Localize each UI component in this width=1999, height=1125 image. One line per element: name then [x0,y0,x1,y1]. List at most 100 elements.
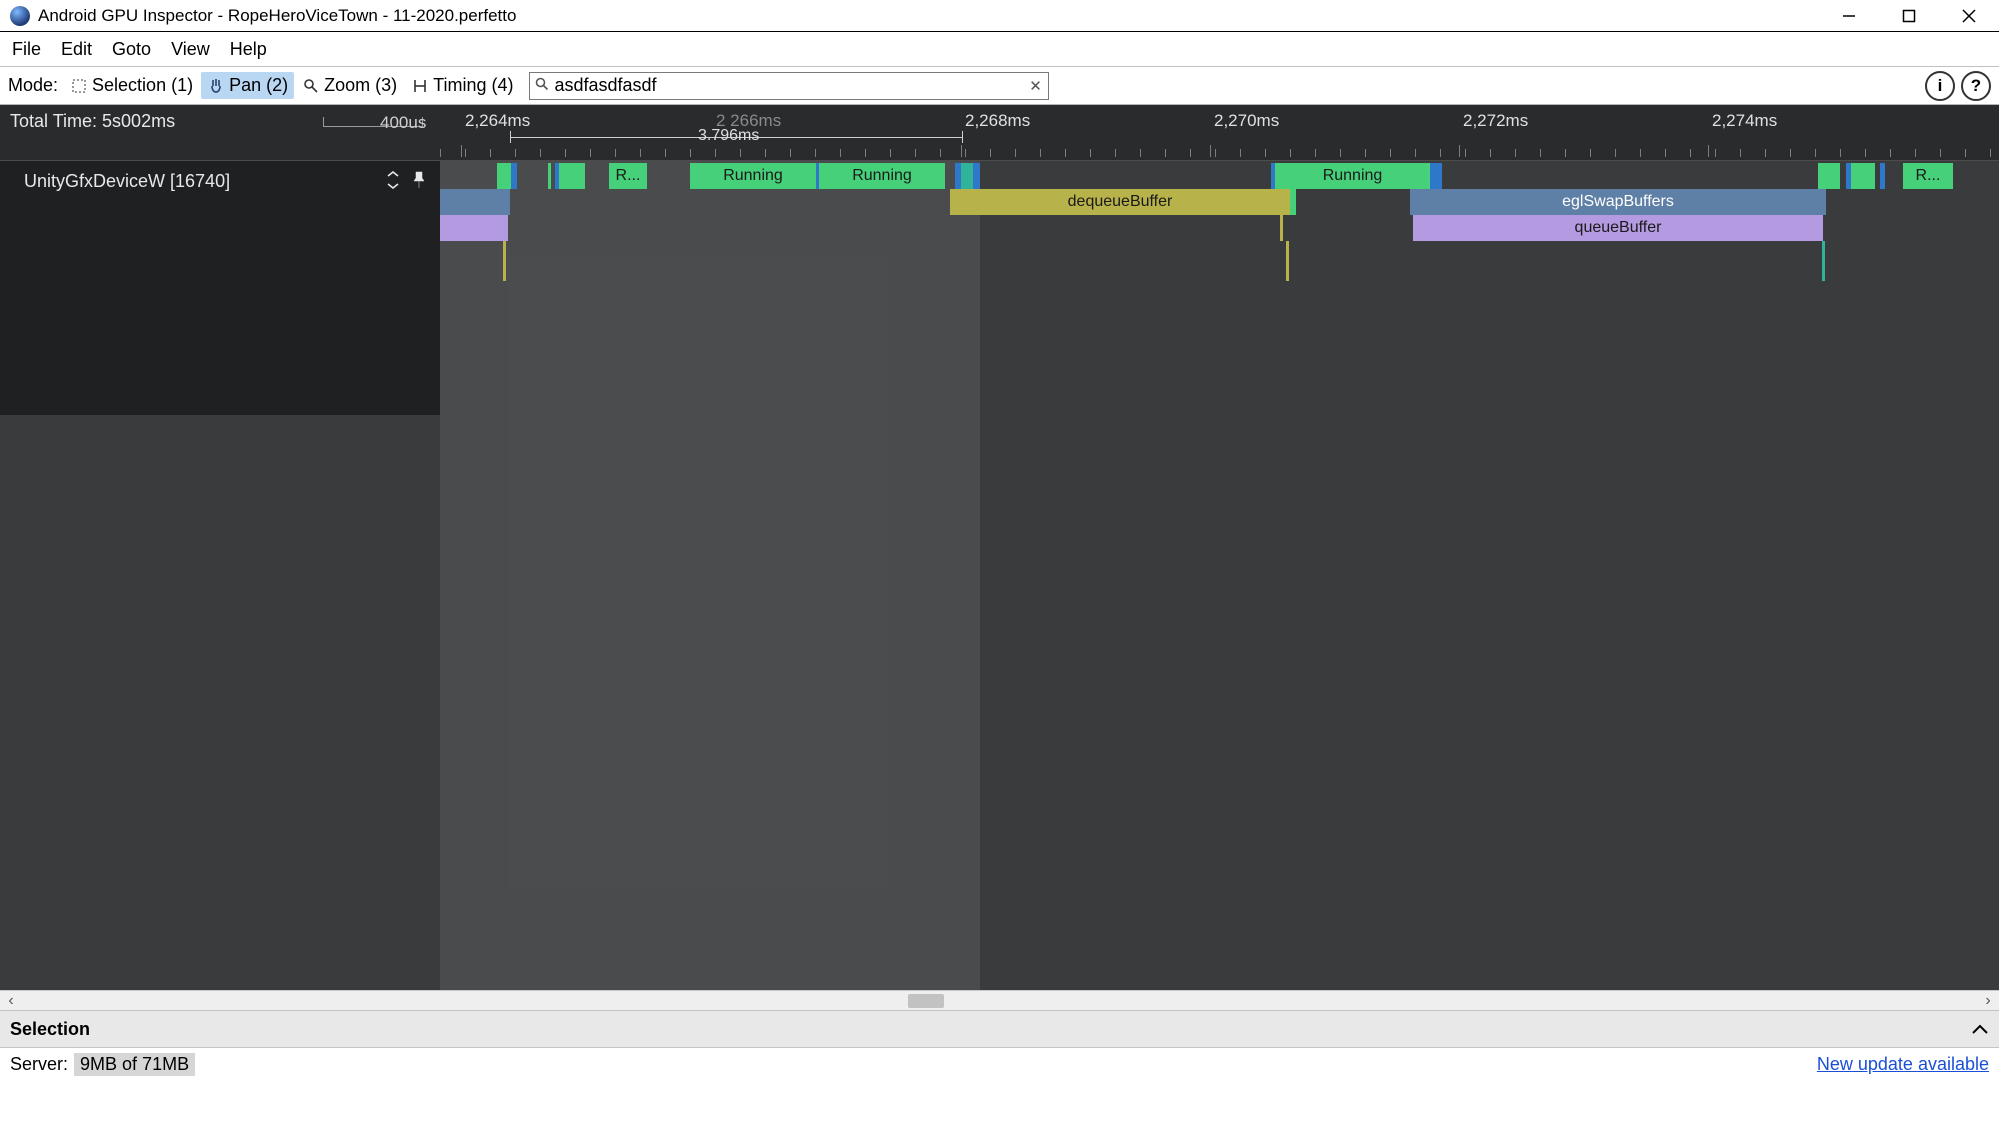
clear-search-button[interactable]: ✕ [1022,77,1048,95]
mode-zoom[interactable]: Zoom (3) [296,72,403,99]
menu-file[interactable]: File [4,35,49,64]
tick-minor [1890,149,1891,157]
timeline-slice[interactable]: dequeueBuffer [950,189,1290,215]
timeline-slice[interactable] [961,163,973,189]
timeline-slice[interactable] [973,163,980,189]
timeline-slice[interactable]: Running [690,163,816,189]
tick-minor [515,149,516,157]
maximize-button[interactable] [1879,0,1939,32]
statusbar: Server: 9MB of 71MB New update available [0,1048,1999,1081]
chevron-up-icon[interactable] [1971,1018,1989,1041]
h-scrollbar[interactable]: ‹ › [0,990,1999,1010]
tick-minor [1240,149,1241,157]
selection-panel[interactable]: Selection [0,1010,1999,1048]
tick-minor [1090,149,1091,157]
scroll-right-button[interactable]: › [1977,992,1999,1010]
timeline-slice[interactable] [548,163,551,189]
menubar: FileEditGotoViewHelp [0,32,1999,66]
timeline-slice[interactable] [1280,215,1283,241]
tick-minor [990,149,991,157]
tick-minor [890,149,891,157]
tick-minor [540,149,541,157]
memory-usage: 9MB of 71MB [74,1053,195,1076]
scroll-left-button[interactable]: ‹ [0,992,22,1010]
timeline-slice[interactable] [559,163,585,189]
menu-help[interactable]: Help [222,35,275,64]
menu-edit[interactable]: Edit [53,35,100,64]
info-button[interactable]: i [1925,71,1955,101]
timeline-slice[interactable] [511,163,517,189]
timeline-slice[interactable]: queueBuffer [1413,215,1823,241]
info-icon: i [1938,76,1943,96]
menu-view[interactable]: View [163,35,218,64]
tick-minor [1340,149,1341,157]
timeline-slice[interactable] [1286,241,1289,281]
scroll-track[interactable] [22,991,1977,1011]
tick-major [1210,145,1211,157]
slice-label: R... [610,167,647,185]
toolbar: Mode: Selection (1)Pan (2) Zoom (3) Timing… [0,67,1999,105]
menu-goto[interactable]: Goto [104,35,159,64]
tick-major [961,145,962,157]
tracks-area[interactable]: UnityGfxDeviceW [16740] R...RunningRunni… [0,161,1999,990]
tick-minor [490,149,491,157]
time-ruler[interactable]: Total Time: 5s002ms 400us2,264ms2,268ms2… [0,105,1999,161]
tick-minor [1740,149,1741,157]
total-time-label: Total Time: 5s002ms [10,111,175,132]
search-box[interactable]: ✕ [529,72,1049,100]
scale-width-label: 400us [380,113,426,133]
timeline-slice[interactable]: R... [1903,163,1953,189]
timeline-slice[interactable] [1430,163,1442,189]
mode-pan[interactable]: Pan (2) [201,72,294,99]
mode-label-text: Zoom (3) [324,75,397,96]
tick-minor [765,149,766,157]
timeline-slice[interactable]: R... [609,163,647,189]
slice-label: eglSwapBuffers [1556,193,1680,211]
tick-minor [840,149,841,157]
mode-label: Mode: [8,75,58,96]
scroll-thumb[interactable] [908,994,944,1008]
timeline-slice[interactable]: eglSwapBuffers [1410,189,1826,215]
tick-minor [740,149,741,157]
tick-label: 2,274ms [1712,111,1777,131]
tick-minor [1615,149,1616,157]
tick-minor [1915,149,1916,157]
slice-label: Running [717,167,789,185]
tick-minor [1540,149,1541,157]
timeline-slice[interactable] [503,241,506,281]
window-title: Android GPU Inspector - RopeHeroViceTown… [38,6,516,26]
mode-timing[interactable]: Timing (4) [405,72,519,99]
timeline-slice[interactable] [440,215,508,241]
timeline-slice[interactable]: Running [1275,163,1430,189]
timeline-slice[interactable] [1851,163,1875,189]
slice-label: queueBuffer [1569,219,1668,237]
slice-label: R... [1910,167,1947,185]
tick-minor [1690,149,1691,157]
mode-selection[interactable]: Selection (1) [64,72,199,99]
timeline-slice[interactable] [497,163,511,189]
tick-major [1708,145,1709,157]
help-button[interactable]: ? [1961,71,1991,101]
tick-minor [815,149,816,157]
timeline-slice[interactable] [1880,163,1885,189]
close-button[interactable] [1939,0,1999,32]
timeline-slice[interactable]: Running [819,163,945,189]
tick-minor [665,149,666,157]
search-input[interactable] [554,73,1022,99]
server-label: Server: [10,1054,68,1075]
timeline-slice[interactable] [440,189,510,215]
timeline-slice[interactable] [1822,241,1825,281]
slice-label: Running [846,167,918,185]
timeline-slice[interactable] [1818,163,1840,189]
tick-label: 2,268ms [965,111,1030,131]
tick-minor [1865,149,1866,157]
update-link[interactable]: New update available [1817,1054,1989,1075]
zoom-icon [302,77,320,95]
timeline-viewport[interactable]: Total Time: 5s002ms 400us2,264ms2,268ms2… [0,105,1999,990]
range-label: 3.796ms [698,127,759,145]
tick-minor [1165,149,1166,157]
tick-minor [565,149,566,157]
tick-minor [1040,149,1041,157]
minimize-button[interactable] [1819,0,1879,32]
timeline-slice[interactable] [1290,189,1296,215]
